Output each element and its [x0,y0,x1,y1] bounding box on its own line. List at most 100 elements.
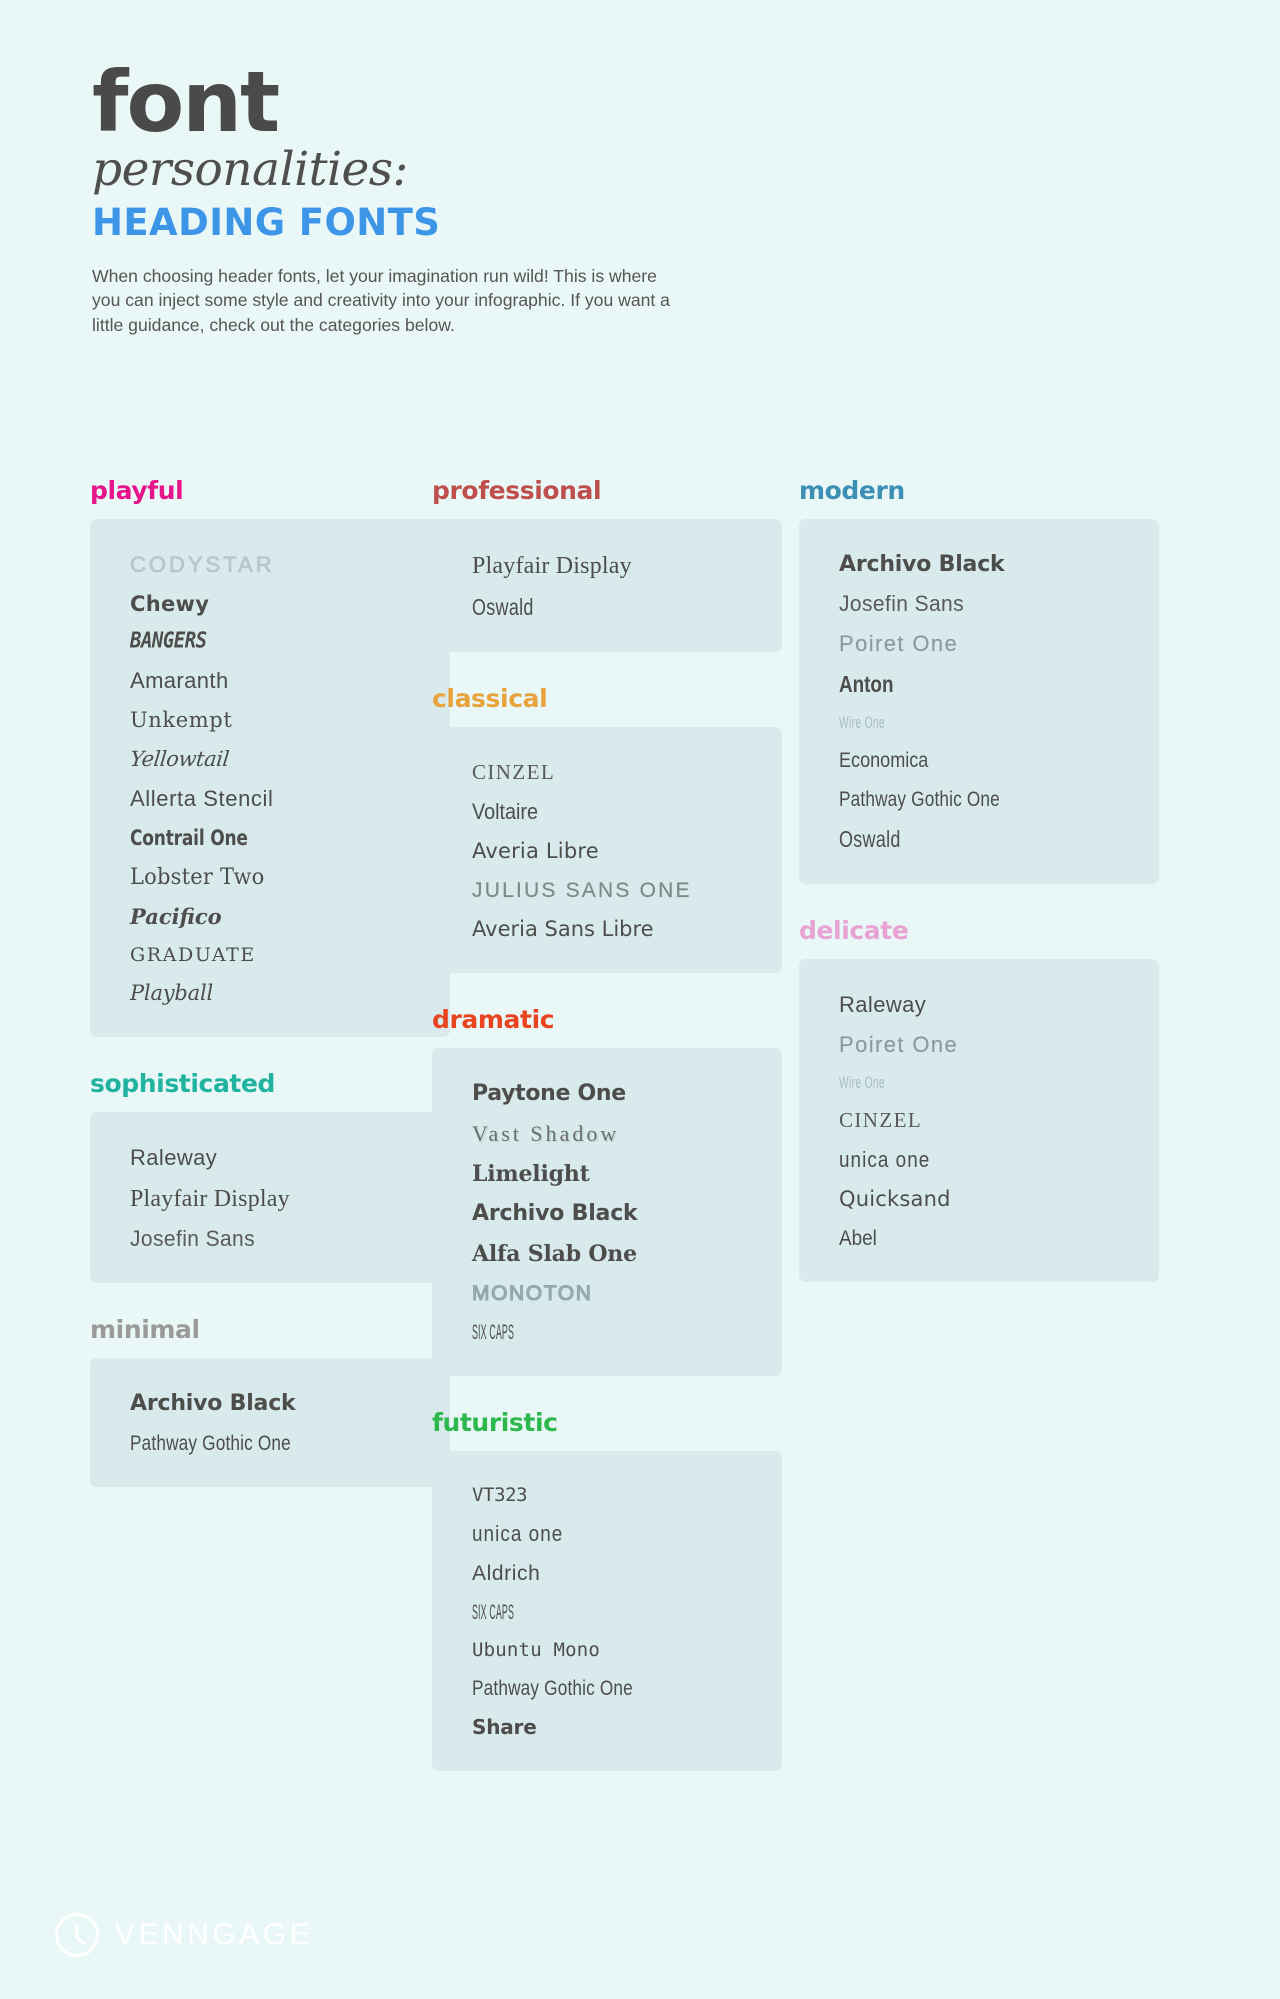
font-sample-name: GRADUATE [130,944,256,966]
font-sample-name: Ubuntu Mono [472,1639,601,1661]
footer-branding: VENNGAGE [55,1913,313,1957]
category-label-sophisticated: sophisticated [90,1069,276,1098]
font-sample-row: Raleway [839,985,1159,1025]
font-sample-name: Yellowtail [128,747,231,771]
font-sample-row: Paytone One [472,1074,782,1114]
font-sample-name: Economica [839,749,929,772]
font-sample-row: Josefin Sans [839,585,1159,624]
font-sample-name: JULIUS SANS ONE [472,879,692,902]
font-sample-name: Allerta Stencil [130,786,274,811]
font-sample-row: Vast Shadow [472,1114,782,1154]
font-sample-name: CINZEL [839,1108,923,1132]
font-sample-row: BANGERS [130,624,450,661]
category-columns: playful CODYSTAR Chewy BANGERS Amaranth Unkem… [0,478,1280,1805]
font-sample-row: Averia Sans Libre [472,910,782,949]
column-middle: professional Playfair Display Oswald classi… [432,478,782,1805]
font-sample-name: SIX CAPS [472,1321,515,1344]
font-sample-name: Poiret One [839,1032,959,1057]
category-group-professional: professional Playfair Display Oswald [432,478,782,652]
category-label-futuristic: futuristic [432,1408,558,1437]
font-sample-row: unica one [472,1514,782,1554]
font-sample-row: MONOTON [471,1274,782,1313]
font-sample-name: Unkempt [130,708,233,732]
font-sample-row: Oswald [839,819,1159,860]
font-sample-row: unica one [839,1140,1159,1180]
font-sample-row: SIX CAPS [472,1593,782,1632]
font-sample-name: Aldrich [472,1562,541,1585]
intro-paragraph: When choosing header fonts, let your ima… [92,265,670,336]
font-card-playful: CODYSTAR Chewy BANGERS Amaranth Unkempt Yello… [90,519,450,1037]
category-label-delicate: delicate [799,916,909,945]
category-label-playful: playful [90,476,184,505]
font-sample-row: Archivo Black [130,1384,450,1424]
font-sample-row: Josefin Sans [130,1220,450,1259]
font-sample-name: Wire One [839,1073,885,1092]
font-sample-row: Playfair Display [130,1178,450,1220]
font-sample-row: Lobster Two [130,858,450,897]
font-sample-row: Oswald [472,587,782,628]
page-title-main: font [92,53,280,151]
font-sample-row: Anton [839,664,1159,705]
font-sample-name: unica one [839,1147,931,1172]
font-sample-name: Paytone One [472,1081,626,1106]
font-card-modern: Archivo Black Josefin Sans Poiret One Anton… [799,519,1159,884]
font-sample-row: Poiret One [839,1025,1159,1065]
font-sample-name: Playfair Display [130,1186,290,1212]
font-sample-name: Alfa Slab One [472,1241,637,1267]
font-sample-name: Raleway [839,992,927,1017]
font-sample-row: Economica [839,741,1159,780]
font-sample-row: Allerta Stencil [130,779,450,819]
font-sample-name: Archivo Black [472,1201,638,1226]
font-sample-name: Archivo Black [839,552,1005,577]
font-sample-name: Raleway [130,1145,218,1170]
font-sample-row: GRADUATE [130,937,450,974]
font-sample-name: Anton [839,671,894,697]
category-label-modern: modern [799,476,905,505]
font-sample-name: Josefin Sans [839,591,965,617]
venngage-logo-text: VENNGAGE [115,1918,314,1951]
font-sample-row: Alfa Slab One [472,1234,782,1274]
font-sample-row: Voltaire [472,792,782,832]
font-sample-name: Archivo Black [130,1391,296,1416]
category-label-professional: professional [432,476,602,505]
font-sample-row: CINZEL [472,753,782,792]
font-sample-row: Pathway Gothic One [472,1669,782,1708]
font-sample-name: Playball [130,981,214,1005]
font-sample-row: Limelight [472,1154,782,1194]
font-sample-row: Quicksand [839,1180,1159,1219]
font-sample-row: Averia Libre [472,832,782,871]
font-sample-name: Chewy [130,592,210,616]
font-sample-name: Pathway Gothic One [839,788,1000,811]
category-group-futuristic: futuristic VT323 unica one Aldrich SIX CAPS U… [432,1410,782,1771]
font-sample-name: Josefin Sans [130,1226,256,1252]
category-group-dramatic: dramatic Paytone One Vast Shadow Limelight A… [432,1007,782,1376]
font-card-classical: CINZEL Voltaire Averia Libre JULIUS SANS ON… [432,727,782,973]
font-sample-row: CINZEL [839,1101,1159,1140]
page-title-accent: HEADING FONTS [92,200,441,244]
font-sample-row: Chewy [130,585,450,624]
font-sample-name: Playfair Display [472,553,632,579]
font-sample-row: Aldrich [472,1554,782,1593]
category-group-sophisticated: sophisticated Raleway Playfair Display Jose… [90,1071,450,1283]
font-sample-name: Voltaire [472,799,539,824]
font-sample-name: Contrail One [130,826,248,850]
font-sample-row: Playfair Display [472,545,782,587]
font-sample-name: Poiret One [839,631,959,656]
font-sample-row: Pacifico [130,897,450,937]
font-sample-name: Pathway Gothic One [130,1432,291,1455]
font-sample-name: Pacifico [130,904,222,929]
category-label-minimal: minimal [90,1315,200,1344]
font-sample-row: SIX CAPS [472,1313,782,1352]
font-sample-name: MONOTON [471,1282,593,1305]
infographic-page: font personalities: HEADING FONTS When c… [0,0,1280,1999]
font-sample-name: CINZEL [472,760,556,784]
category-label-dramatic: dramatic [432,1005,555,1034]
font-sample-row: Archivo Black [472,1194,782,1234]
font-sample-row: Wire One [839,705,1159,741]
category-group-modern: modern Archivo Black Josefin Sans Poiret On… [799,478,1159,884]
font-sample-row: JULIUS SANS ONE [472,871,782,910]
category-group-playful: playful CODYSTAR Chewy BANGERS Amaranth Unkem… [90,478,450,1037]
font-sample-row: Pathway Gothic One [130,1424,450,1463]
font-sample-row: Poiret One [839,624,1159,664]
font-sample-name: Abel [839,1227,877,1250]
